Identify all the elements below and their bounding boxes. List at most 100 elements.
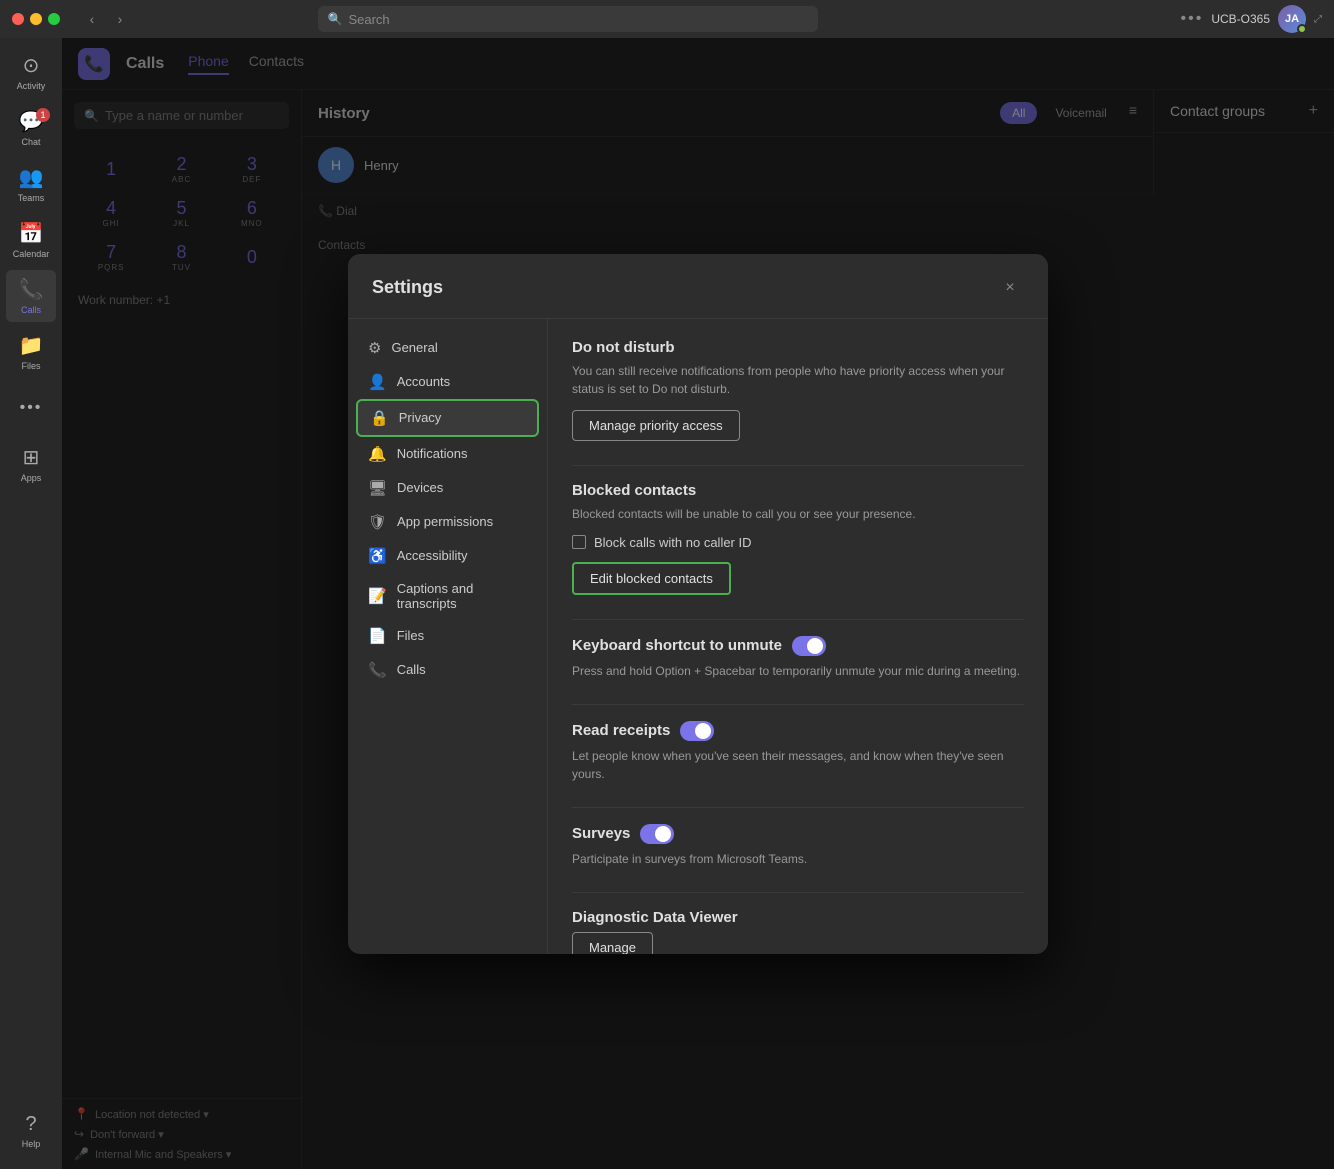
keyboard-shortcut-toggle-row: Keyboard shortcut to unmute [572, 636, 1024, 656]
settings-nav-notifications[interactable]: 🔔 Notifications [356, 437, 539, 471]
modal-overlay: Settings × ⚙ General 👤 Accoun [62, 38, 1334, 1169]
settings-nav-files[interactable]: 📄 Files [356, 619, 539, 653]
titlebar-right: ••• UCB-O365 JA ⤢ [1181, 5, 1323, 33]
settings-nav-privacy[interactable]: 🔒 Privacy [356, 399, 539, 437]
settings-nav-general[interactable]: ⚙ General [356, 331, 539, 365]
calls-icon: 📞 [19, 277, 44, 302]
calendar-icon: 📅 [19, 221, 44, 246]
sidebar-item-more[interactable]: ••• [6, 382, 56, 434]
settings-nav-label-files: Files [397, 628, 424, 643]
devices-icon: 🖥 [368, 479, 387, 497]
manage-priority-button[interactable]: Manage priority access [572, 410, 740, 441]
sidebar-label-chat: Chat [21, 137, 40, 147]
sidebar-label-files: Files [21, 361, 40, 371]
blocked-contacts-section: Blocked contacts Blocked contacts will b… [572, 482, 1024, 595]
sidebar-label-help: Help [22, 1139, 41, 1149]
settings-nav-label-calls: Calls [397, 662, 426, 677]
settings-close-button[interactable]: × [996, 274, 1024, 302]
keyboard-shortcut-section: Keyboard shortcut to unmute Press and ho… [572, 636, 1024, 680]
settings-nav-accessibility[interactable]: ♿ Accessibility [356, 539, 539, 573]
settings-nav-label-accounts: Accounts [397, 374, 450, 389]
settings-nav-label-notifications: Notifications [397, 446, 468, 461]
keyboard-shortcut-title: Keyboard shortcut to unmute [572, 637, 782, 654]
block-no-caller-label: Block calls with no caller ID [594, 535, 752, 550]
settings-body: ⚙ General 👤 Accounts 🔒 Privacy 🔔 [348, 319, 1048, 954]
settings-nav-app-permissions[interactable]: 🛡 App permissions [356, 505, 539, 539]
settings-content-panel: Do not disturb You can still receive not… [548, 319, 1048, 954]
titlebar-search[interactable]: 🔍 Search [318, 6, 818, 32]
sidebar-item-help[interactable]: ? Help [6, 1105, 56, 1157]
block-no-caller-checkbox[interactable] [572, 535, 586, 549]
sidebar-label-activity: Activity [17, 81, 46, 91]
chat-badge: 1 [36, 108, 50, 122]
surveys-desc: Participate in surveys from Microsoft Te… [572, 850, 1024, 868]
settings-nav-label-general: General [391, 340, 437, 355]
dnd-desc: You can still receive notifications from… [572, 362, 1024, 398]
read-receipts-title: Read receipts [572, 722, 670, 739]
keyboard-shortcut-toggle[interactable] [792, 636, 826, 656]
sidebar-item-calls[interactable]: 📞 Calls [6, 270, 56, 322]
traffic-lights [12, 13, 60, 25]
surveys-title: Surveys [572, 825, 630, 842]
read-receipts-toggle-row: Read receipts [572, 721, 1024, 741]
settings-nav-calls[interactable]: 📞 Calls [356, 653, 539, 687]
settings-nav: ⚙ General 👤 Accounts 🔒 Privacy 🔔 [348, 319, 548, 954]
diagnostic-section: Diagnostic Data Viewer Manage [572, 909, 1024, 954]
titlebar: ‹ › 🔍 Search ••• UCB-O365 JA ⤢ [0, 0, 1334, 38]
settings-nav-label-app-permissions: App permissions [397, 514, 493, 529]
dnd-title: Do not disturb [572, 339, 1024, 356]
sidebar-item-calendar[interactable]: 📅 Calendar [6, 214, 56, 266]
close-button[interactable] [12, 13, 24, 25]
sidebar-item-teams[interactable]: 👥 Teams [6, 158, 56, 210]
read-receipts-toggle[interactable] [680, 721, 714, 741]
captions-icon: 📝 [368, 587, 387, 605]
blocked-desc: Blocked contacts will be unable to call … [572, 505, 1024, 523]
files-nav-icon: 📄 [368, 627, 387, 645]
section-divider-1 [572, 465, 1024, 466]
manage-button[interactable]: Manage [572, 932, 653, 954]
app-permissions-icon: 🛡 [368, 513, 387, 531]
search-placeholder: Search [348, 12, 389, 27]
sidebar: ⊙ Activity 💬 Chat 1 👥 Teams 📅 Calendar 📞… [0, 38, 62, 1169]
accessibility-icon: ♿ [368, 547, 387, 565]
minimize-button[interactable] [30, 13, 42, 25]
teams-icon: 👥 [19, 165, 44, 190]
more-options-icon[interactable]: ••• [1181, 10, 1204, 28]
settings-nav-captions[interactable]: 📝 Captions and transcripts [356, 573, 539, 619]
avatar[interactable]: JA [1278, 5, 1306, 33]
sidebar-label-calls: Calls [21, 305, 41, 315]
more-icon: ••• [20, 399, 43, 417]
sidebar-item-files[interactable]: 📁 Files [6, 326, 56, 378]
privacy-icon: 🔒 [370, 409, 389, 427]
back-arrow[interactable]: ‹ [80, 7, 104, 31]
general-icon: ⚙ [368, 339, 381, 357]
sidebar-label-teams: Teams [18, 193, 45, 203]
surveys-toggle-row: Surveys [572, 824, 1024, 844]
sidebar-item-chat[interactable]: 💬 Chat 1 [6, 102, 56, 154]
settings-modal: Settings × ⚙ General 👤 Accoun [348, 254, 1048, 954]
diagnostic-title: Diagnostic Data Viewer [572, 909, 1024, 926]
settings-nav-devices[interactable]: 🖥 Devices [356, 471, 539, 505]
help-icon: ? [25, 1113, 36, 1136]
maximize-button[interactable] [48, 13, 60, 25]
read-receipts-section: Read receipts Let people know when you'v… [572, 721, 1024, 783]
sidebar-item-apps[interactable]: ⊞ Apps [6, 438, 56, 490]
section-divider-5 [572, 892, 1024, 893]
main-layout: ⊙ Activity 💬 Chat 1 👥 Teams 📅 Calendar 📞… [0, 38, 1334, 1169]
expand-icon[interactable]: ⤢ [1314, 14, 1322, 25]
close-icon: × [1005, 279, 1014, 297]
surveys-section: Surveys Participate in surveys from Micr… [572, 824, 1024, 868]
forward-arrow[interactable]: › [108, 7, 132, 31]
sidebar-label-calendar: Calendar [13, 249, 50, 259]
settings-title: Settings [372, 277, 443, 298]
surveys-toggle[interactable] [640, 824, 674, 844]
sidebar-item-activity[interactable]: ⊙ Activity [6, 46, 56, 98]
files-icon: 📁 [19, 333, 44, 358]
settings-nav-accounts[interactable]: 👤 Accounts [356, 365, 539, 399]
read-receipts-desc: Let people know when you've seen their m… [572, 747, 1024, 783]
block-no-caller-row: Block calls with no caller ID [572, 535, 1024, 550]
settings-nav-label-privacy: Privacy [399, 410, 442, 425]
settings-nav-label-accessibility: Accessibility [397, 548, 468, 563]
notifications-icon: 🔔 [368, 445, 387, 463]
edit-blocked-button[interactable]: Edit blocked contacts [572, 562, 731, 595]
